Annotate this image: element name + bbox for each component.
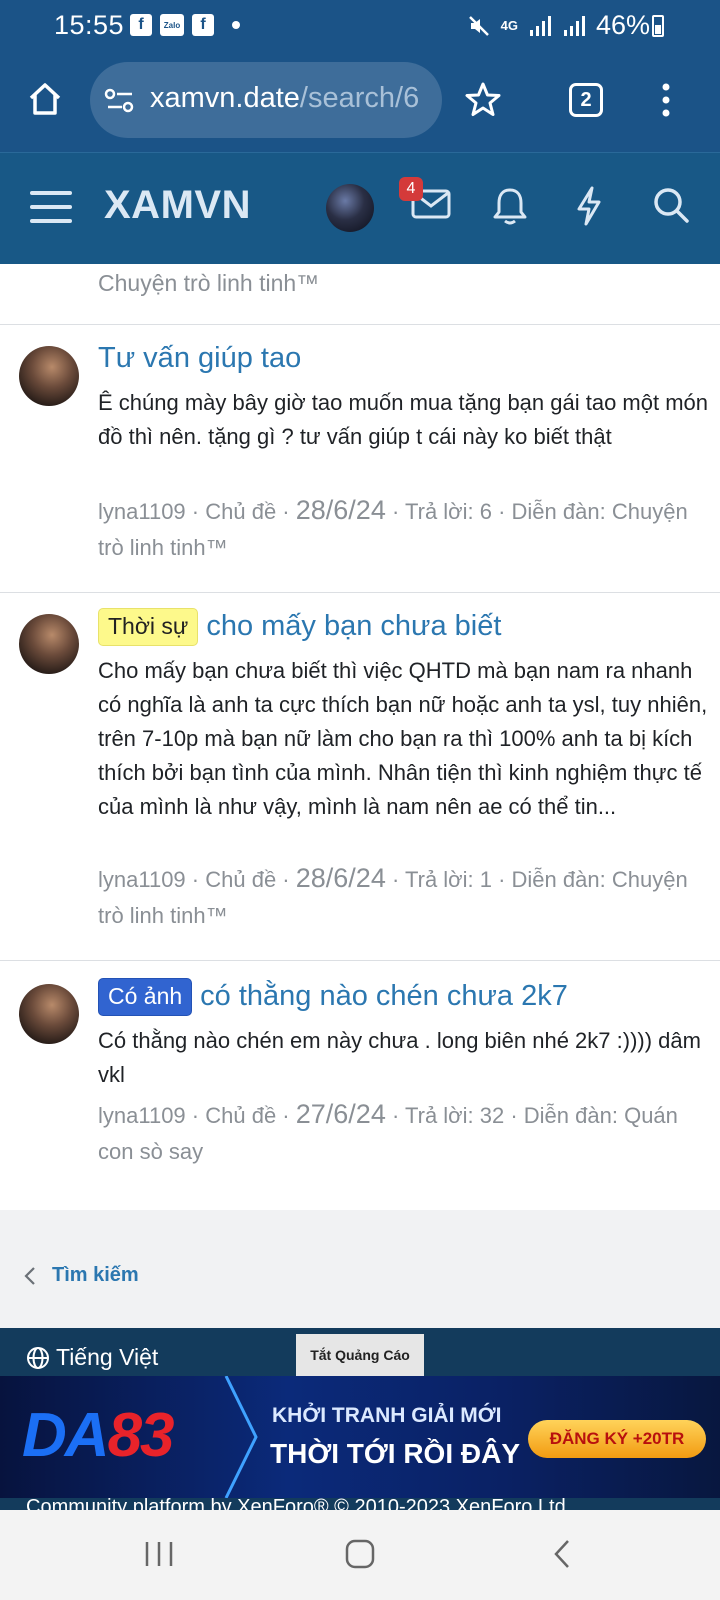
result-date: 28/6/24 <box>295 495 386 525</box>
system-navigation-bar <box>0 1510 720 1600</box>
more-notifications-icon <box>232 21 240 29</box>
back-link-label[interactable]: Tìm kiếm <box>52 1264 139 1287</box>
search-result-item: Có ảnh có thằng nào chén chưa 2k7 Có thằ… <box>0 960 720 1194</box>
lightning-icon[interactable] <box>574 185 604 227</box>
back-to-search-link[interactable]: Tìm kiếm <box>24 1264 139 1287</box>
result-date: 28/6/24 <box>295 863 386 893</box>
previous-result-forum[interactable]: Chuyện trò linh tinh™ <box>98 270 319 297</box>
url-text: xamvn.date/search/6 <box>150 82 419 115</box>
menu-icon[interactable] <box>30 189 72 225</box>
result-forum-label: Diễn đàn: <box>511 867 606 892</box>
facebook-icon: f <box>130 14 152 36</box>
bookmark-star-icon[interactable] <box>463 80 503 120</box>
signal-icon <box>563 15 585 36</box>
author-avatar[interactable] <box>19 346 79 406</box>
chevron-left-icon <box>24 1266 35 1285</box>
ad-banner[interactable]: DA83 KHỞI TRANH GIẢI MỚI THỜI TỚI RỒI ĐÂ… <box>0 1376 720 1498</box>
copyright-text: Community platform by XenForo® © 2010-20… <box>26 1496 572 1510</box>
battery-percent: 46% <box>595 10 650 40</box>
result-replies: Trả lời: 32 <box>405 1103 505 1128</box>
result-author[interactable]: lyna1109 <box>98 867 186 892</box>
language-chooser[interactable]: Tiếng Việt <box>26 1344 158 1371</box>
author-avatar[interactable] <box>19 614 79 674</box>
url-path: /search/6 <box>299 82 420 114</box>
ad-headline: KHỞI TRANH GIẢI MỚI <box>272 1404 502 1427</box>
signal-icon <box>529 15 551 36</box>
result-title-text[interactable]: cho mấy bạn chưa biết <box>206 610 501 643</box>
result-title-text[interactable]: có thằng nào chén chưa 2k7 <box>200 980 568 1013</box>
result-title[interactable]: Thời sự cho mấy bạn chưa biết <box>98 608 501 646</box>
pager: Tìm kiếm <box>0 1210 720 1328</box>
notification-icons: f Zalo f <box>130 14 240 36</box>
ad-subheadline: THỜI TỚI RỒI ĐÂY <box>270 1438 520 1469</box>
site-logo[interactable]: XAMVN <box>104 183 251 228</box>
result-meta: lyna1109 · Chủ đề · 27/6/24 · Trả lời: 3… <box>98 1099 678 1164</box>
search-result-item: Thời sự cho mấy bạn chưa biết Cho mấy bạ… <box>0 592 720 960</box>
ad-logo-red: 83 <box>107 1401 175 1470</box>
result-title-text[interactable]: Tư vấn giúp tao <box>98 342 301 375</box>
ad-logo-blue: DA <box>22 1401 110 1470</box>
forum-header: XAMVN 4 <box>0 152 720 264</box>
footer: Tiếng Việt Tắt Quảng Cáo DA83 KHỞI TRANH… <box>0 1328 720 1510</box>
result-forum-label: Diễn đàn: <box>523 1103 618 1128</box>
mute-icon <box>468 15 489 36</box>
result-snippet: Có thằng nào chén em này chưa . long biê… <box>98 1028 701 1087</box>
search-results: Chuyện trò linh tinh™ Tư vấn giúp tao Ê … <box>0 264 720 1210</box>
status-bar: 15:55 f Zalo f 4G 46% <box>0 0 720 52</box>
browser-toolbar: xamvn.date/search/6 2 <box>0 52 720 152</box>
facebook-icon: f <box>192 14 214 36</box>
tab-switcher-button[interactable]: 2 <box>569 83 603 117</box>
result-replies: Trả lời: 6 <box>405 499 492 524</box>
home-icon[interactable] <box>26 80 64 118</box>
result-type: Chủ đề <box>205 867 277 892</box>
result-title[interactable]: Có ảnh có thằng nào chén chưa 2k7 <box>98 978 568 1016</box>
close-ad-button[interactable]: Tắt Quảng Cáo <box>296 1334 424 1376</box>
result-snippet: Cho mấy bạn chưa biết thì việc QHTD mà b… <box>98 658 708 819</box>
network-type: 4G <box>500 18 518 33</box>
search-icon[interactable] <box>652 186 690 224</box>
status-time: 15:55 <box>54 10 125 40</box>
system-icons: 4G 46% <box>467 10 650 41</box>
back-icon[interactable] <box>552 1538 572 1570</box>
bell-icon[interactable] <box>491 186 529 226</box>
ad-divider-graphic <box>224 1376 258 1498</box>
inbox-badge: 4 <box>399 177 423 201</box>
search-result-item: Tư vấn giúp tao Ê chúng mày bây giờ tao … <box>0 324 720 592</box>
prefix-label[interactable]: Thời sự <box>98 608 199 646</box>
more-options-icon[interactable] <box>660 82 672 118</box>
url-domain: xamvn.date <box>150 82 300 114</box>
result-meta: lyna1109 · Chủ đề · 28/6/24 · Trả lời: 6… <box>98 495 688 560</box>
user-avatar[interactable] <box>326 184 374 232</box>
result-type: Chủ đề <box>205 499 277 524</box>
ad-logo: DA83 <box>22 1400 175 1471</box>
recent-apps-icon[interactable] <box>144 1540 174 1568</box>
result-forum-label: Diễn đàn: <box>511 499 606 524</box>
prefix-label[interactable]: Có ảnh <box>98 978 193 1016</box>
result-snippet: Ê chúng mày bây giờ tao muốn mua tặng bạ… <box>98 390 709 449</box>
site-settings-icon[interactable] <box>104 88 136 114</box>
ad-cta-button[interactable]: ĐĂNG KÝ +20TR <box>528 1420 706 1458</box>
result-title[interactable]: Tư vấn giúp tao <box>98 342 301 375</box>
zalo-icon: Zalo <box>160 14 184 36</box>
globe-icon <box>27 1346 49 1369</box>
result-date: 27/6/24 <box>295 1099 386 1129</box>
home-button-icon[interactable] <box>344 1538 376 1570</box>
result-meta: lyna1109 · Chủ đề · 28/6/24 · Trả lời: 1… <box>98 863 688 928</box>
battery-icon <box>652 15 664 37</box>
result-type: Chủ đề <box>205 1103 277 1128</box>
author-avatar[interactable] <box>19 984 79 1044</box>
result-author[interactable]: lyna1109 <box>98 1103 186 1128</box>
language-label[interactable]: Tiếng Việt <box>56 1344 158 1371</box>
result-replies: Trả lời: 1 <box>405 867 492 892</box>
result-author[interactable]: lyna1109 <box>98 499 186 524</box>
url-bar[interactable]: xamvn.date/search/6 <box>90 62 442 138</box>
